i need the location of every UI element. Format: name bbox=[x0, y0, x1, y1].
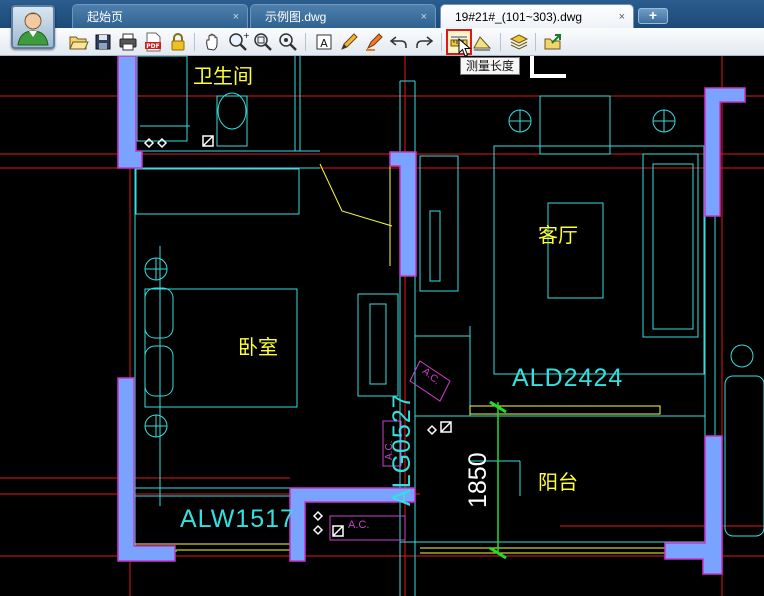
window-tag-ald: ALD2424 bbox=[512, 364, 624, 392]
dimension-label: 1850 bbox=[464, 452, 492, 508]
zoom-extent-icon[interactable] bbox=[277, 31, 299, 53]
user-icon bbox=[17, 12, 49, 46]
toolbar-separator bbox=[194, 33, 195, 51]
text-icon[interactable]: A bbox=[313, 31, 335, 53]
ac-label: A.C. bbox=[384, 440, 395, 460]
tab-example-dwg[interactable]: 示例图.dwg × bbox=[250, 4, 436, 28]
open-icon[interactable] bbox=[67, 31, 89, 53]
lock-icon[interactable] bbox=[167, 31, 189, 53]
ac-label: A.C. bbox=[348, 519, 370, 531]
floor-plan bbox=[0, 55, 764, 596]
highlighter-icon[interactable] bbox=[363, 31, 385, 53]
close-icon[interactable]: × bbox=[233, 5, 239, 29]
close-icon[interactable]: × bbox=[421, 5, 427, 29]
tab-start-page[interactable]: 起始页 × bbox=[72, 4, 248, 28]
redo-icon[interactable] bbox=[413, 31, 435, 53]
print-icon[interactable] bbox=[117, 31, 139, 53]
svg-text:+: + bbox=[243, 31, 249, 40]
room-label-living-room: 客厅 bbox=[538, 223, 578, 247]
tab-label: 起始页 bbox=[87, 10, 124, 24]
cad-canvas[interactable]: 卫生间 客厅 卧室 阳台 ALD2424 ALW1517 ALG0527 185… bbox=[0, 55, 764, 596]
pan-icon[interactable] bbox=[202, 31, 224, 53]
pencil-icon[interactable] bbox=[338, 31, 360, 53]
tab-label: 示例图.dwg bbox=[265, 10, 327, 24]
avatar[interactable] bbox=[11, 5, 55, 49]
room-label-bathroom: 卫生间 bbox=[193, 64, 253, 88]
undo-icon[interactable] bbox=[388, 31, 410, 53]
toolbar-separator bbox=[441, 33, 442, 51]
svg-text:A: A bbox=[320, 37, 328, 50]
title-bar: 起始页 × 示例图.dwg × 19#21#_(101~303).dwg × + bbox=[0, 0, 764, 28]
save-icon[interactable] bbox=[92, 31, 114, 53]
tab-label: 19#21#_(101~303).dwg bbox=[455, 10, 583, 24]
room-label-bedroom: 卧室 bbox=[238, 335, 278, 359]
svg-text:PDF: PDF bbox=[146, 43, 159, 50]
pdf-icon[interactable]: PDF bbox=[142, 31, 164, 53]
layers-icon[interactable] bbox=[508, 31, 530, 53]
zoom-window-icon[interactable] bbox=[252, 31, 274, 53]
close-icon[interactable]: × bbox=[619, 5, 625, 29]
new-tab-button[interactable]: + bbox=[638, 8, 668, 24]
toolbar: PDF + A bbox=[0, 28, 764, 56]
toolbar-separator bbox=[305, 33, 306, 51]
toolbar-separator bbox=[535, 33, 536, 51]
mouse-cursor-icon bbox=[458, 37, 472, 63]
zoom-in-icon[interactable]: + bbox=[227, 31, 250, 53]
window-tag-alw: ALW1517 bbox=[180, 505, 295, 533]
toolbar-separator bbox=[500, 33, 501, 51]
room-label-balcony: 阳台 bbox=[538, 470, 578, 494]
export-icon[interactable] bbox=[542, 31, 564, 53]
measure-area-icon[interactable] bbox=[471, 31, 493, 53]
tab-active-dwg[interactable]: 19#21#_(101~303).dwg × bbox=[440, 4, 634, 28]
